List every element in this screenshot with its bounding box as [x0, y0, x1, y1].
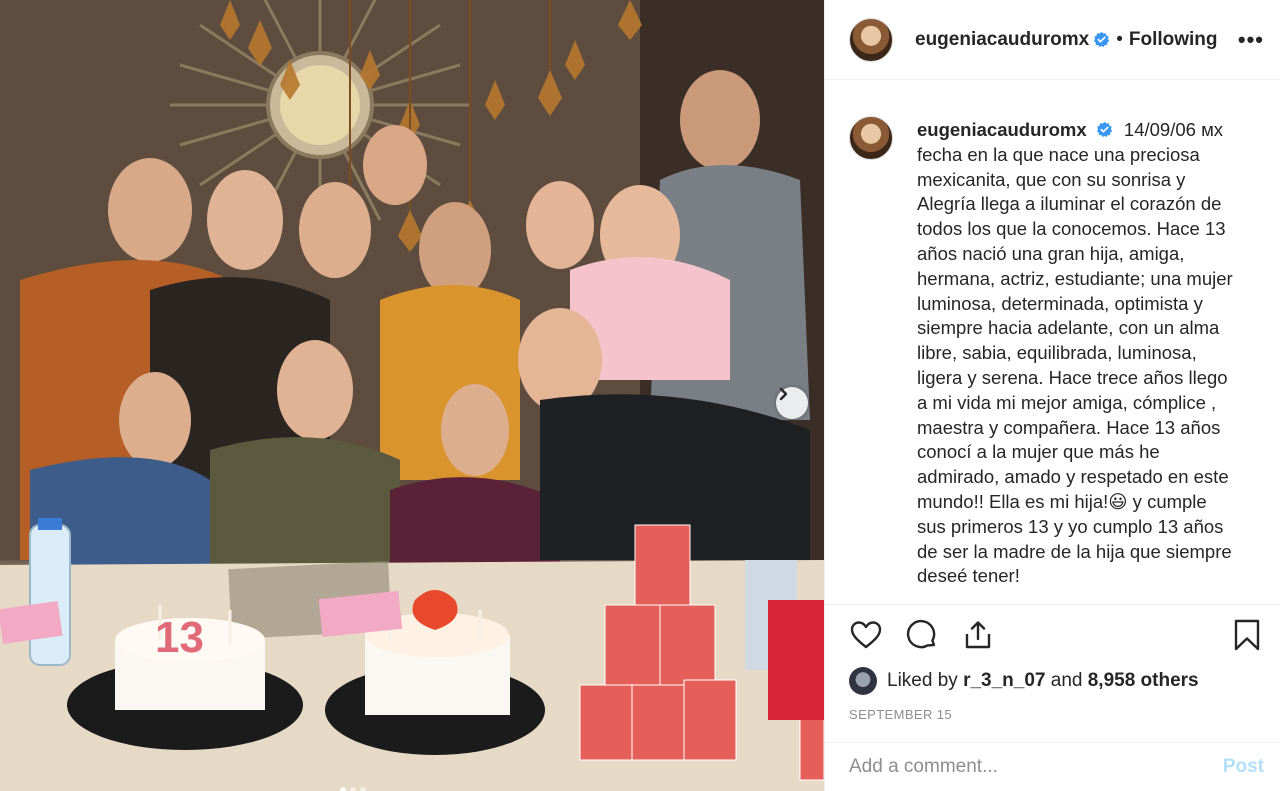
- following-button[interactable]: Following: [1129, 29, 1218, 51]
- post-header: eugeniacauduromx • Following •••: [825, 0, 1280, 80]
- post-photo[interactable]: 13: [0, 0, 824, 791]
- caption-text-block: eugeniacauduromx 14/09/06 мх fecha en la…: [917, 118, 1233, 604]
- likes-summary: Liked by r_3_n_07 and 8,958 others: [849, 664, 1264, 698]
- caption-section: eugeniacauduromx 14/09/06 мх fecha en la…: [825, 80, 1280, 604]
- likes-prefix: Liked by: [887, 670, 958, 691]
- post-side-panel: eugeniacauduromx • Following ••• eugenia…: [824, 0, 1280, 791]
- carousel-dot: [360, 787, 366, 791]
- caption-body: fecha en la que nace una preciosa mexica…: [917, 143, 1233, 587]
- verified-badge-icon: [1096, 121, 1112, 138]
- caption-avatar[interactable]: [849, 116, 893, 160]
- carousel-dot: [350, 787, 356, 791]
- author-avatar[interactable]: [849, 17, 893, 62]
- action-bar: [825, 604, 1280, 664]
- chevron-right-icon: [779, 387, 788, 401]
- author-username[interactable]: eugeniacauduromx: [915, 29, 1089, 51]
- more-options-icon[interactable]: •••: [1238, 27, 1264, 53]
- carousel-indicator: [340, 787, 366, 791]
- header-separator: •: [1116, 28, 1123, 50]
- share-icon[interactable]: [961, 618, 995, 652]
- post-date[interactable]: SEPTEMBER 15: [849, 707, 952, 722]
- bookmark-icon[interactable]: [1230, 618, 1264, 652]
- cake-number-text: 13: [155, 613, 204, 662]
- comment-input[interactable]: [849, 756, 1223, 778]
- photo-illustration: 13: [0, 0, 824, 791]
- liker-username[interactable]: r_3_n_07: [963, 670, 1045, 692]
- verified-badge-icon: [1094, 31, 1110, 48]
- heart-icon[interactable]: [849, 618, 883, 652]
- carousel-dot: [340, 787, 346, 791]
- caption-username[interactable]: eugeniacauduromx: [917, 119, 1087, 140]
- next-photo-button[interactable]: [776, 387, 808, 419]
- likes-middle: and: [1050, 670, 1083, 691]
- comment-icon[interactable]: [905, 618, 939, 652]
- comment-bar: Post: [825, 742, 1280, 791]
- post-comment-button[interactable]: Post: [1223, 756, 1264, 778]
- caption-time-text: 14/09/06 мх: [1123, 119, 1224, 140]
- liker-avatar[interactable]: [849, 667, 877, 695]
- likes-others-link[interactable]: 8,958 others: [1088, 670, 1199, 692]
